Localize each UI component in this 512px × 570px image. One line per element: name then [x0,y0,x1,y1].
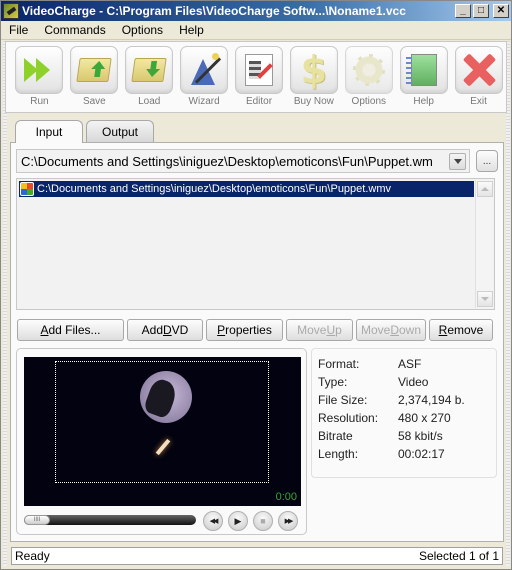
menu-bar: File Commands Options Help [1,21,511,40]
input-path-value[interactable]: C:\Documents and Settings\iniguez\Deskto… [17,154,449,169]
toolbar-help-label: Help [413,96,434,107]
save-icon [76,58,113,82]
rewind-button[interactable]: ◀◀ [203,511,223,531]
toolbar-wizard-label: Wizard [188,96,220,107]
move-up-button[interactable]: Move Up [286,319,353,341]
video-preview[interactable]: 0:00 [24,357,301,506]
play-button[interactable]: ▶ [228,511,248,531]
toolbar-run-button[interactable]: Run [12,42,67,112]
toolbar-save-button[interactable]: Save [67,42,122,112]
toolbar-options-label: Options [351,96,387,107]
toolbar-exit-label: Exit [470,96,487,107]
toolbar-run-label: Run [30,96,49,107]
file-path: C:\Documents and Settings\iniguez\Deskto… [37,183,392,195]
toolbar-wizard-button[interactable]: Wizard [177,42,232,112]
load-icon [131,58,167,82]
rewind-icon: ◀◀ [209,518,219,525]
info-file-size: File Size: 2,374,194 b. [318,393,465,407]
right-rail [506,41,510,566]
toolbar-buy-now-button[interactable]: $ Buy Now [286,42,341,112]
remove-button[interactable]: Remove [429,319,493,341]
toolbar-editor-label: Editor [245,96,273,107]
add-dvd-button[interactable]: Add D VD [127,319,203,341]
dollar-icon: $ [300,48,328,92]
status-bar: Ready Selected 1 of 1 [11,547,503,565]
menu-help[interactable]: Help [171,23,212,37]
video-puppet [155,438,171,456]
file-list-item[interactable]: C:\Documents and Settings\iniguez\Deskto… [19,181,474,197]
run-icon [24,55,54,85]
browse-button[interactable]: ... [476,150,498,172]
info-format: Format: ASF [318,357,422,371]
toolbar-save-label: Save [82,96,106,107]
media-file-icon [20,182,34,196]
scroll-down-button[interactable] [477,291,493,307]
forward-button[interactable]: ▶▶ [278,511,298,531]
tab-strip: Input Output [15,120,154,143]
tab-output[interactable]: Output [86,120,154,142]
window-title: VideoCharge - C:\Program Files\VideoChar… [22,4,406,18]
move-down-button[interactable]: Move Down [356,319,426,341]
stop-button[interactable]: ■ [253,511,273,531]
vertical-scrollbar[interactable] [475,180,493,308]
exit-x-icon [462,53,496,87]
info-bitrate: Bitrate 58 kbit/s [318,429,443,443]
selection-count: Selected 1 of 1 [418,549,499,563]
status-text: Ready [15,549,50,563]
add-files-button[interactable]: Add Files... [17,319,124,341]
close-button[interactable]: ✕ [493,4,509,18]
menu-file[interactable]: File [1,23,36,37]
play-icon: ▶ [234,515,242,526]
info-resolution: Resolution: 480 x 270 [318,411,451,425]
app-window: VideoCharge - C:\Program Files\VideoChar… [0,0,512,570]
seek-thumb[interactable]: IIII [24,515,50,525]
maximize-button[interactable]: □ [473,4,489,18]
info-type: Type: Video [318,375,429,389]
help-book-icon [405,54,437,86]
timecode: 0:00 [275,491,297,503]
properties-button[interactable]: Properties [206,319,283,341]
video-player: 0:00 IIII ◀◀ ▶ ■ ▶▶ [16,348,307,535]
fast-forward-icon: ▶▶ [284,518,294,525]
crop-frame [55,361,269,483]
scroll-up-button[interactable] [477,181,493,197]
chevron-down-icon[interactable] [449,152,466,170]
toolbar-options-button[interactable]: Options [341,42,396,112]
menu-options[interactable]: Options [114,23,171,37]
toolbar-exit-button[interactable]: Exit [451,42,506,112]
input-path-combobox[interactable]: C:\Documents and Settings\iniguez\Deskto… [16,149,470,173]
toolbar-load-label: Load [138,96,161,107]
menu-commands[interactable]: Commands [36,23,113,37]
file-list[interactable]: C:\Documents and Settings\iniguez\Deskto… [16,178,495,310]
gear-icon [352,54,385,86]
toolbar: Run Save Load Wizard Editor $ Buy Now Op… [5,41,507,113]
toolbar-buy-now-label: Buy Now [293,96,334,107]
seek-slider[interactable]: IIII [24,515,196,525]
toolbar-help-button[interactable]: Help [396,42,451,112]
app-icon[interactable] [3,3,19,19]
toolbar-editor-button[interactable]: Editor [232,42,287,112]
left-rail [3,41,7,566]
tab-input[interactable]: Input [15,120,83,143]
info-length: Length: 00:02:17 [318,447,445,461]
minimize-button[interactable]: _ [455,4,471,18]
file-info-panel: Format: ASF Type: Video File Size: 2,374,19… [311,348,497,478]
title-bar: VideoCharge - C:\Program Files\VideoChar… [1,1,511,21]
stop-icon: ■ [260,516,266,526]
file-actions: Add Files... Add D VD Properties Move Up … [17,319,493,341]
editor-icon [245,54,273,86]
toolbar-load-button[interactable]: Load [122,42,177,112]
wizard-icon [189,53,222,87]
